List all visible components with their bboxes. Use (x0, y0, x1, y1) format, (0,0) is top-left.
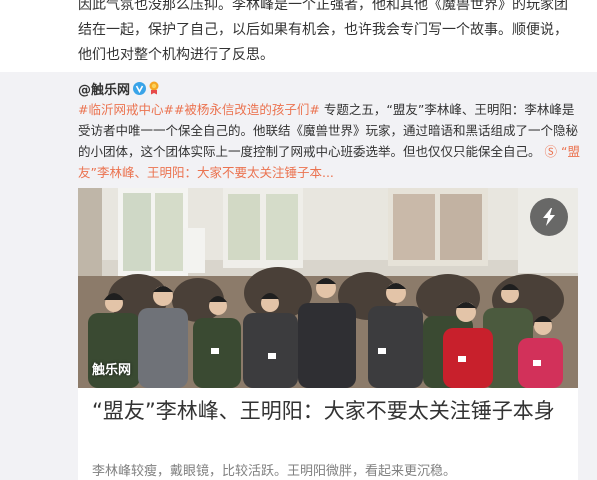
classroom-photo (78, 188, 578, 388)
article-intro: 因此气氛也没那么压抑。李林峰是一个正强者，他和其他《魔兽世界》的玩家团 结在一起… (0, 0, 597, 72)
repost-text: #临沂网戒中心##被杨永信改造的孩子们# 专题之五，“盟友”李林峰、王明阳：李林… (78, 99, 583, 183)
author-name[interactable]: @触乐网 (78, 79, 130, 98)
reposted-weibo: @触乐网 #临沂网戒中心##被杨永信改造的孩子们# 专题之五，“盟友”李林峰、王… (0, 72, 597, 480)
repost-author-row: @触乐网 (78, 78, 160, 98)
verified-icon (133, 81, 147, 95)
topic-tag-1[interactable]: #临沂网戒中心# (78, 102, 174, 117)
card-subtitle: 李林峰较瘦，戴眼镜，比较活跃。王明阳微胖，看起来更沉稳。 (92, 464, 457, 479)
intro-line-1: 因此气氛也没那么压抑。李林峰是一个正强者，他和其他《魔兽世界》的玩家团 (78, 0, 568, 13)
article-cover-photo[interactable]: 触乐网 (78, 188, 578, 388)
article-link-icon[interactable]: Ⓢ (545, 144, 558, 159)
intro-line-2: 结在一起，保护了自己，以后如果有机会，也许我会专门写一个故事。顺便说， (78, 22, 568, 38)
topic-tag-2[interactable]: #被杨永信改造的孩子们# (174, 102, 320, 117)
play-video-button[interactable] (530, 198, 568, 236)
intro-line-3: 他们也对整个机构进行了反思。 (78, 47, 274, 63)
article-card[interactable]: 触乐网 “盟友”李林峰、王明阳：大家不要太关注锤子本身 李林峰较瘦，戴眼镜，比较… (78, 188, 578, 480)
card-title[interactable]: “盟友”李林峰、王明阳：大家不要太关注锤子本身 (92, 396, 567, 427)
photo-watermark: 触乐网 (92, 363, 132, 378)
medal-icon (149, 81, 159, 95)
lightning-icon (543, 208, 555, 226)
